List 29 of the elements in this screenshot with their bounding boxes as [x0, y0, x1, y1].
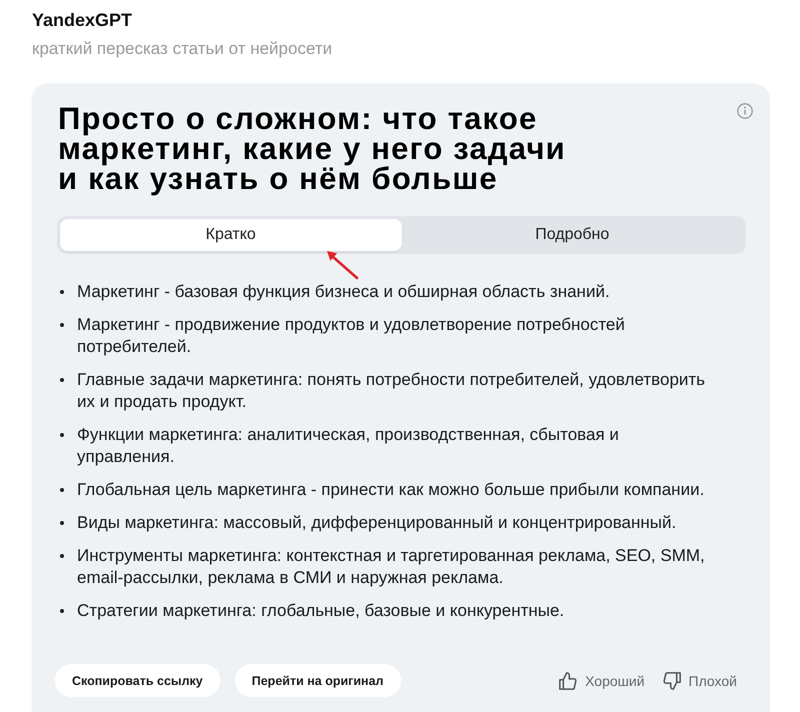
action-button[interactable]: Перейти на оригинал — [234, 664, 401, 697]
summary-point: Главные задачи маркетинга: понять потребности потребителей, удовлетворить их и продать продукт. — [77, 369, 706, 413]
summary-point: Маркетинг - базовая функция бизнеса и обширная область знаний. — [77, 281, 610, 303]
summary-point: Инструменты маркетинга: контекстная и таргетированная реклама, SEO, SMM, email-рассылки, реклама в СМИ и наружная реклама. — [77, 545, 706, 589]
thumbs-down-icon — [662, 672, 681, 690]
bullet-icon — [60, 433, 64, 437]
bullet-icon — [60, 378, 64, 382]
bullet-icon — [60, 290, 64, 294]
summary-point: Маркетинг - продвижение продуктов и удовлетворение потребностей потребителей. — [77, 314, 626, 358]
bullet-icon — [60, 554, 64, 558]
tab[interactable]: Кратко — [60, 219, 402, 251]
summary-point: Стратегии маркетинга: глобальные, базовые и конкурентные. — [77, 600, 564, 622]
summary-point: Виды маркетинга: массовый, дифференцированный и концентрированный. — [77, 512, 676, 534]
action-button[interactable]: Скопировать ссылку — [55, 664, 220, 697]
arrow-icon — [326, 250, 359, 280]
info-icon[interactable] — [737, 103, 753, 119]
rating-button[interactable]: Плохой — [662, 672, 737, 690]
subtitle: краткий пересказ статьи от нейросети — [32, 38, 332, 60]
bullet-icon — [60, 521, 64, 525]
tab[interactable]: Подробно — [402, 219, 743, 251]
bullet-icon — [60, 488, 64, 492]
brand-title: YandexGPT — [32, 9, 132, 31]
thumbs-up-icon — [559, 672, 578, 690]
bullet-icon — [60, 609, 64, 613]
summary-point: Функции маркетинга: аналитическая, производственная, сбытовая и управления. — [77, 424, 620, 468]
summary-point: Глобальная цель маркетинга - принести как можно больше прибыли компании. — [77, 479, 704, 501]
article-title: Просто о сложном: что такое маркетинг, какие у него задачи и как узнать о нём больше — [58, 104, 567, 194]
bullet-icon — [60, 323, 64, 327]
rating-button[interactable]: Хороший — [559, 672, 645, 690]
